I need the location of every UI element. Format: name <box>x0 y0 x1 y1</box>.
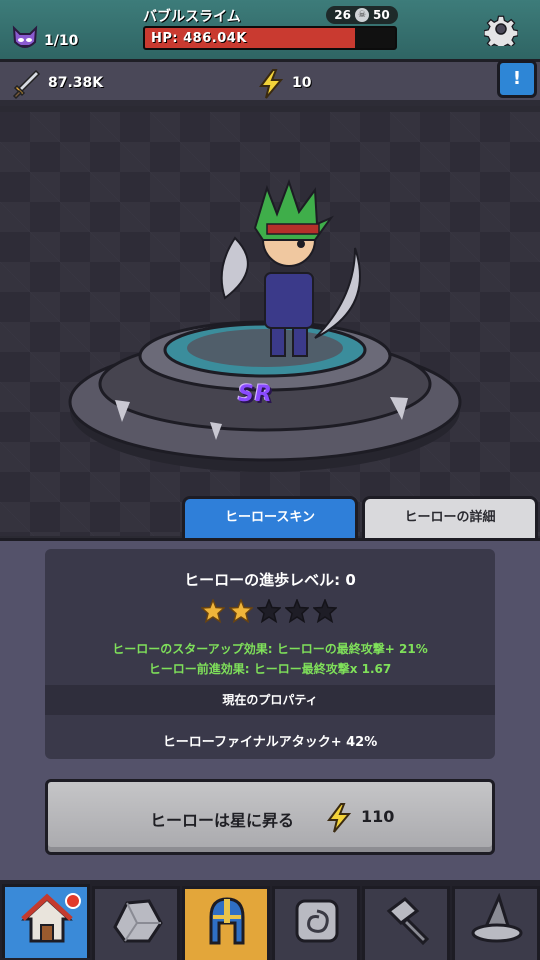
top-hud: 1/10 バブルスライム 26 ☠ 50 HP: 486.04K <box>0 0 540 62</box>
nav-magic[interactable] <box>452 886 540 960</box>
enemy-name: バブルスライム <box>143 9 241 25</box>
hp-text: HP: 486.04K <box>151 31 247 46</box>
stone-icon <box>113 899 163 943</box>
enemy-level-secondary: 50 <box>373 8 390 22</box>
star-filled-icon <box>201 599 225 623</box>
nav-stone[interactable] <box>92 886 180 960</box>
current-property-value: ヒーローファイナルアタック+ 42% <box>162 735 378 750</box>
star-up-effect: ヒーローのスターアップ効果: ヒーローの最終攻撃+ 21% <box>112 642 428 656</box>
ascend-cost: 110 <box>361 807 395 826</box>
info-button[interactable]: ! <box>497 60 537 98</box>
enemy-portrait-icon <box>12 25 38 48</box>
notification-badge <box>65 893 81 909</box>
ascend-star-button[interactable]: ヒーローは星に昇る 110 <box>45 779 495 855</box>
current-properties-header: 現在のプロパティ <box>45 685 495 715</box>
energy-bolt-icon <box>327 803 352 833</box>
wizard-hat-icon <box>471 893 523 943</box>
hero-stage: SR <box>0 112 540 536</box>
stat-bar: 87.38K 10 <box>0 62 540 106</box>
hero-character-image <box>220 179 361 357</box>
nav-forge[interactable] <box>362 886 450 960</box>
enemy-level-badge: 26 ☠ 50 <box>326 6 398 24</box>
nav-home[interactable] <box>2 884 90 958</box>
sword-icon <box>12 69 41 100</box>
helmet-icon <box>209 897 245 945</box>
skull-icon: ☠ <box>355 8 369 22</box>
ascend-button-label: ヒーローは星に昇る <box>150 811 295 830</box>
energy-count: 10 <box>292 75 312 91</box>
star-empty-icon <box>285 599 309 623</box>
advancement-level-title: ヒーローの進歩レベル: 0 <box>184 571 356 589</box>
stage-progress: 1/10 <box>44 33 79 49</box>
star-empty-icon <box>257 599 281 623</box>
enemy-level: 26 <box>334 8 351 22</box>
rune-icon <box>295 899 339 943</box>
hero-detail-panel: ヒーローの進歩レベル: 0 ヒーローのスターアップ効果: ヒーローの最終攻撃+ … <box>45 549 495 759</box>
enemy-hp-bar: HP: 486.04K <box>143 26 397 50</box>
tab-hero-skin[interactable]: ヒーロースキン <box>182 496 358 538</box>
hammer-icon <box>386 897 430 946</box>
nav-rune[interactable] <box>272 886 360 960</box>
detail-panel-area: ヒーローの進歩レベル: 0 ヒーローのスターアップ効果: ヒーローの最終攻撃+ … <box>0 538 540 880</box>
star-empty-icon <box>313 599 337 623</box>
star-filled-icon <box>229 599 253 623</box>
bottom-navigation <box>0 880 540 960</box>
gear-icon[interactable] <box>484 12 518 46</box>
rarity-badge: SR <box>238 382 273 407</box>
nav-hero[interactable] <box>182 886 270 960</box>
star-rating <box>201 599 341 623</box>
attack-power: 87.38K <box>48 75 104 91</box>
energy-bolt-icon <box>259 69 284 99</box>
tab-hero-details[interactable]: ヒーローの詳細 <box>362 496 538 538</box>
advancement-effect: ヒーロー前進効果: ヒーロー最終攻撃x 1.67 <box>148 662 392 676</box>
